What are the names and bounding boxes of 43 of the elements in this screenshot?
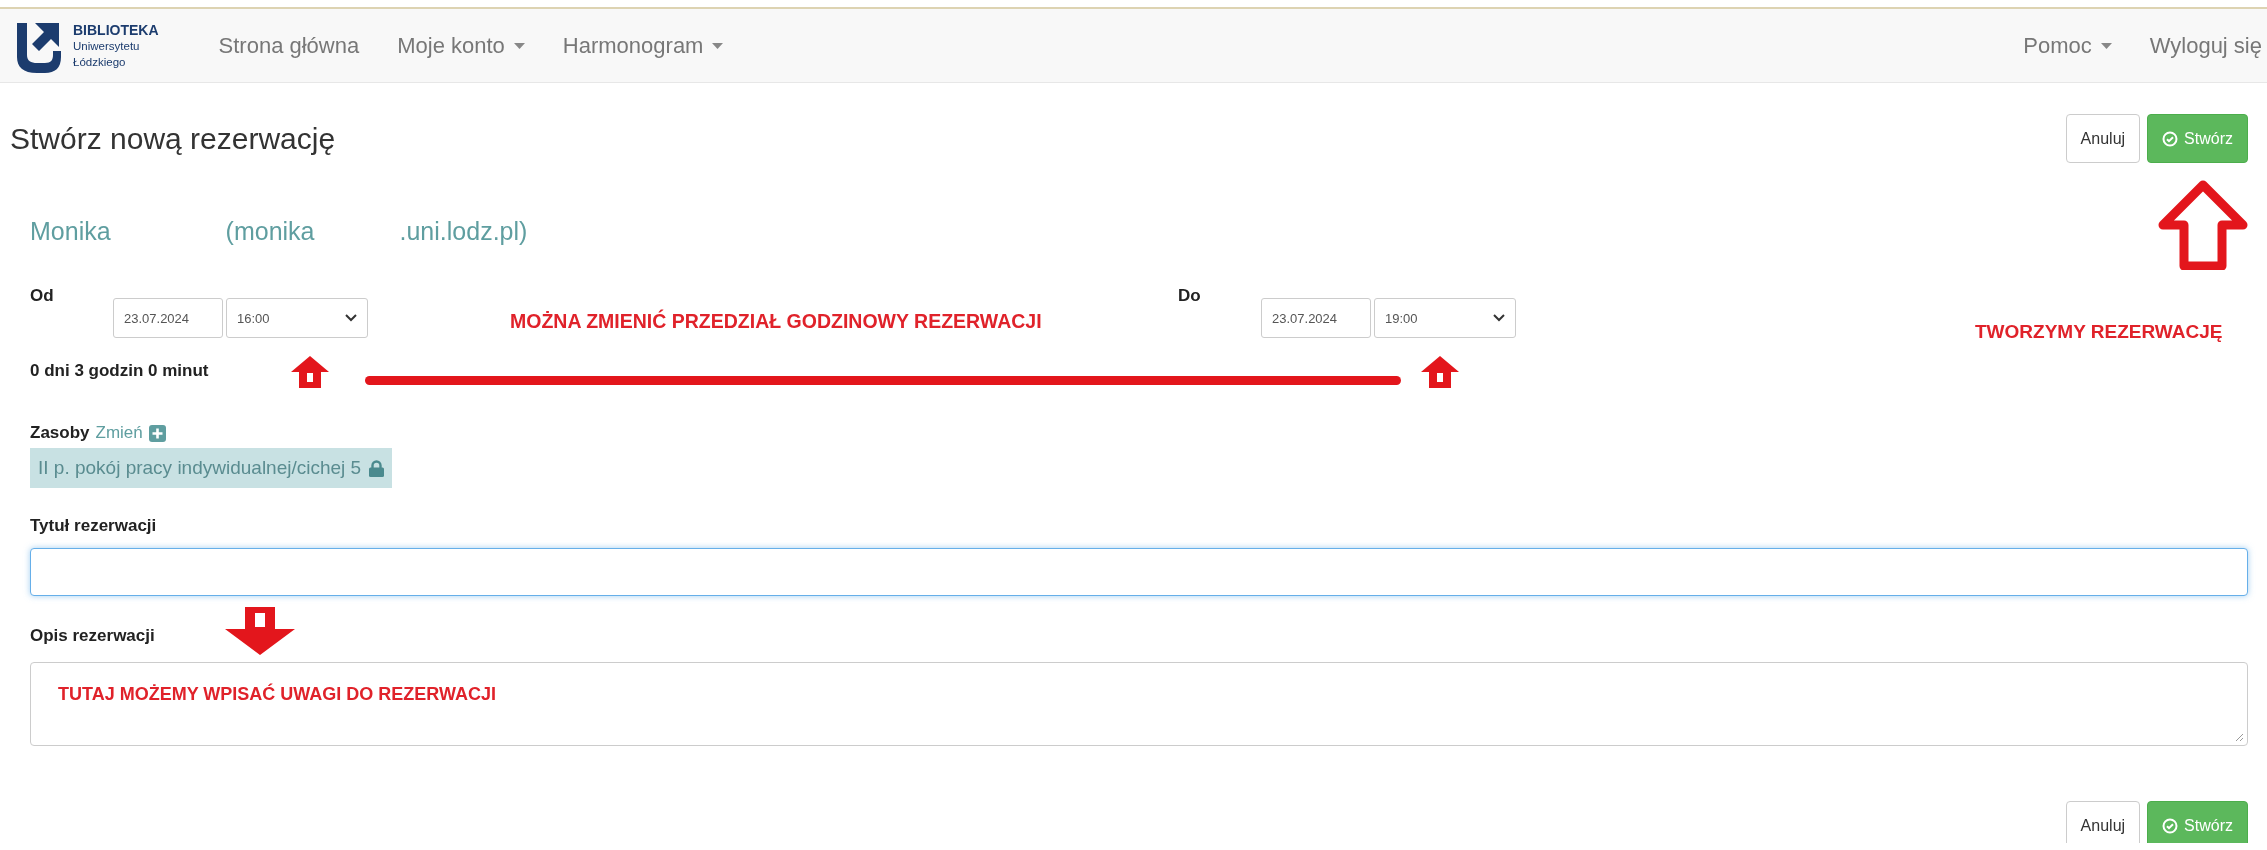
field-label: Zasoby bbox=[30, 422, 90, 444]
time-select[interactable]: 16:00 bbox=[226, 298, 368, 338]
nav-dropdown[interactable]: Pomoc bbox=[2023, 32, 2112, 59]
down-arrow-icon bbox=[224, 607, 296, 655]
change-link[interactable]: Zmień bbox=[95, 420, 143, 446]
field-label: Do bbox=[1178, 286, 1202, 306]
chevron-icon bbox=[345, 314, 357, 322]
check-circle-icon bbox=[2162, 130, 2179, 147]
annotation-text: MOŻNA ZMIENIĆ PRZEDZIAŁ GODZINOWY REZERWACJI bbox=[510, 310, 1042, 333]
nav-dropdown[interactable]: Moje konto bbox=[397, 32, 525, 59]
user-name-text: (monika bbox=[225, 216, 315, 247]
title-input[interactable] bbox=[30, 548, 2248, 596]
user-name-text: .uni.lodz.pl) bbox=[399, 216, 528, 247]
field-label: Od bbox=[30, 286, 55, 306]
description-textarea[interactable] bbox=[30, 662, 2248, 746]
plus-icon[interactable] bbox=[148, 424, 166, 442]
chevron-icon bbox=[1493, 314, 1505, 322]
cancel-button[interactable]: Anuluj bbox=[2065, 801, 2141, 843]
date-field[interactable]: 23.07.2024 bbox=[1261, 298, 1371, 338]
user-name-text: Monika bbox=[30, 216, 111, 247]
date-field[interactable]: 23.07.2024 bbox=[113, 298, 223, 338]
annotation-text: TWORZYMY REZERWACJĘ bbox=[1975, 321, 2223, 343]
resource-tag: II p. pokój pracy indywidualnej/cichej 5 bbox=[30, 448, 393, 488]
logo-title: BIBLIOTEKA bbox=[73, 21, 159, 38]
logo-subtitle: Uniwersytetu bbox=[73, 38, 141, 54]
up-arrow-icon bbox=[290, 355, 330, 389]
resize-handle-icon bbox=[2235, 733, 2244, 742]
field-label: Tytuł rezerwacji bbox=[30, 515, 157, 537]
duration-text: 0 dni 3 godzin 0 minut bbox=[30, 360, 209, 382]
annotation-text: TUTAJ MOŻEMY WPISAĆ UWAGI DO REZERWACJI bbox=[58, 684, 497, 705]
nav-link[interactable]: Strona główna bbox=[218, 32, 360, 59]
logo-subtitle: Łódzkiego bbox=[73, 54, 127, 70]
up-arrow-icon bbox=[2158, 180, 2248, 270]
create-button[interactable]: Stwórz bbox=[2147, 114, 2248, 163]
page-title: Stwórz nową rezerwację bbox=[10, 121, 337, 156]
cancel-button[interactable]: Anuluj bbox=[2065, 114, 2141, 163]
create-button[interactable]: Stwórz bbox=[2147, 801, 2248, 843]
nav-dropdown[interactable]: Harmonogram bbox=[562, 32, 724, 59]
check-circle-icon bbox=[2162, 817, 2179, 834]
nav-link[interactable]: Wyloguj się bbox=[2149, 32, 2262, 59]
up-arrow-icon bbox=[1420, 355, 1460, 389]
field-label: Opis rezerwacji bbox=[30, 625, 155, 647]
time-select[interactable]: 19:00 bbox=[1374, 298, 1516, 338]
